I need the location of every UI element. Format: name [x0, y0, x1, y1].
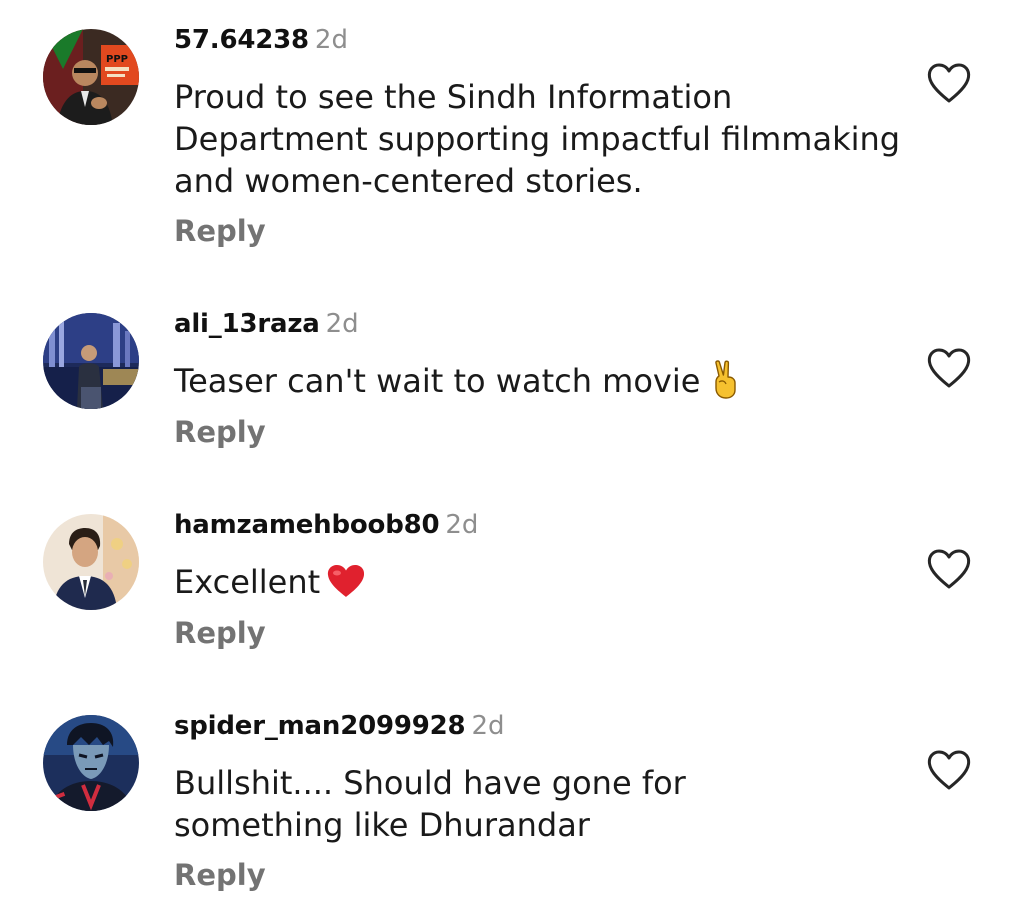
red-heart-emoji — [326, 563, 366, 609]
avatar[interactable] — [43, 715, 139, 811]
comment-timestamp: 2d — [314, 25, 348, 55]
reply-button[interactable]: Reply — [174, 213, 266, 249]
comment-username[interactable]: ali_13raza — [174, 309, 320, 339]
avatar-badge: PPP — [106, 54, 128, 65]
comment-text: Proud to see the Sindh Information Depar… — [174, 78, 901, 200]
reply-button[interactable]: Reply — [174, 414, 266, 450]
comment-list: PPP 57.64238 2d Proud to see the Sindh In… — [0, 0, 1024, 919]
victory-hand-emoji — [710, 360, 742, 410]
comment-text-row: Teaser can't wait to watch movie — [174, 360, 904, 410]
comment-text: Teaser can't wait to watch movie — [174, 362, 701, 400]
heart-outline-icon — [927, 549, 971, 589]
avatar-image: PPP — [43, 29, 139, 125]
comment-text: Bullshit.... Should have gone for someth… — [174, 764, 686, 844]
heart-outline-icon — [927, 750, 971, 790]
avatar[interactable]: PPP — [43, 29, 139, 125]
avatar[interactable] — [43, 313, 139, 409]
comment-timestamp: 2d — [471, 711, 505, 741]
heart-outline-icon — [927, 348, 971, 388]
like-button[interactable] — [926, 62, 972, 104]
comment-text-row: Excellent — [174, 561, 904, 609]
comment-username[interactable]: spider_man2099928 — [174, 711, 466, 741]
avatar[interactable] — [43, 514, 139, 610]
comment-text: Excellent — [174, 563, 321, 601]
like-button[interactable] — [926, 347, 972, 389]
like-button[interactable] — [926, 548, 972, 590]
reply-button[interactable]: Reply — [174, 857, 266, 893]
reply-button[interactable]: Reply — [174, 615, 266, 651]
like-button[interactable] — [926, 749, 972, 791]
avatar-image — [43, 514, 139, 610]
comment-timestamp: 2d — [325, 309, 359, 339]
heart-outline-icon — [927, 63, 971, 103]
comment-username[interactable]: 57.64238 — [174, 25, 309, 55]
comment-timestamp: 2d — [445, 510, 479, 540]
comment-username[interactable]: hamzamehboob80 — [174, 510, 440, 540]
avatar-image — [43, 715, 139, 811]
avatar-image — [43, 313, 139, 409]
